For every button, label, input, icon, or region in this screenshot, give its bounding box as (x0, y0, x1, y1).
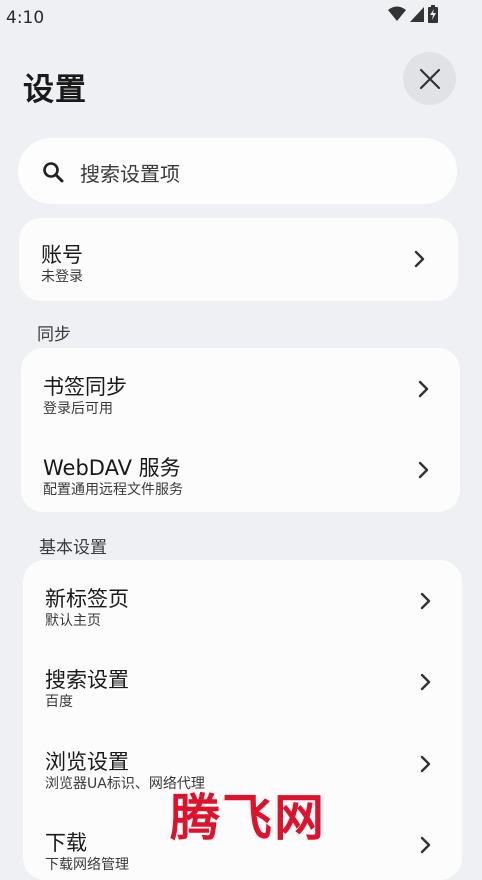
item-title: 新标签页 (45, 587, 129, 611)
search-input[interactable]: 搜索设置项 (18, 138, 457, 204)
sync-card: 书签同步 登录后可用 WebDAV 服务 配置通用远程文件服务 (21, 348, 460, 512)
list-item-bookmark-sync[interactable]: 书签同步 登录后可用 (21, 348, 460, 430)
list-item-new-tab[interactable]: 新标签页 默认主页 (23, 560, 462, 642)
signal-icon (410, 6, 424, 22)
wifi-icon (388, 6, 406, 21)
item-title: 下载 (45, 831, 87, 855)
chevron-right-icon (418, 461, 429, 479)
account-subtitle: 未登录 (41, 269, 83, 285)
search-placeholder: 搜索设置项 (80, 162, 180, 186)
item-subtitle: 百度 (45, 694, 73, 710)
status-time: 4:10 (6, 8, 45, 28)
section-header-basic: 基本设置 (39, 538, 107, 558)
item-subtitle: 配置通用远程文件服务 (43, 482, 183, 498)
status-icons (388, 5, 438, 23)
item-title: 浏览设置 (45, 750, 129, 774)
search-icon (43, 162, 64, 183)
item-subtitle: 默认主页 (45, 613, 101, 629)
status-bar: 4:10 (0, 0, 482, 36)
item-title: 搜索设置 (45, 668, 129, 692)
section-header-sync: 同步 (37, 325, 71, 345)
close-button[interactable] (403, 52, 456, 105)
item-subtitle: 登录后可用 (43, 401, 113, 417)
chevron-right-icon (420, 755, 431, 773)
page-title: 设置 (23, 72, 87, 108)
chevron-right-icon (420, 592, 431, 610)
account-item[interactable]: 账号 未登录 (19, 218, 458, 301)
list-item-webdav[interactable]: WebDAV 服务 配置通用远程文件服务 (21, 430, 460, 512)
chevron-right-icon (414, 250, 425, 268)
item-subtitle: 下载网络管理 (45, 857, 129, 873)
account-title: 账号 (41, 243, 83, 267)
account-card: 账号 未登录 (19, 218, 458, 301)
item-title: 书签同步 (43, 375, 127, 399)
watermark: 腾飞网 (170, 788, 326, 847)
chevron-right-icon (420, 673, 431, 691)
list-item-search-settings[interactable]: 搜索设置 百度 (23, 642, 462, 724)
chevron-right-icon (418, 380, 429, 398)
close-icon (419, 68, 440, 89)
chevron-right-icon (420, 836, 431, 854)
battery-icon (428, 5, 438, 23)
item-title: WebDAV 服务 (43, 456, 181, 480)
